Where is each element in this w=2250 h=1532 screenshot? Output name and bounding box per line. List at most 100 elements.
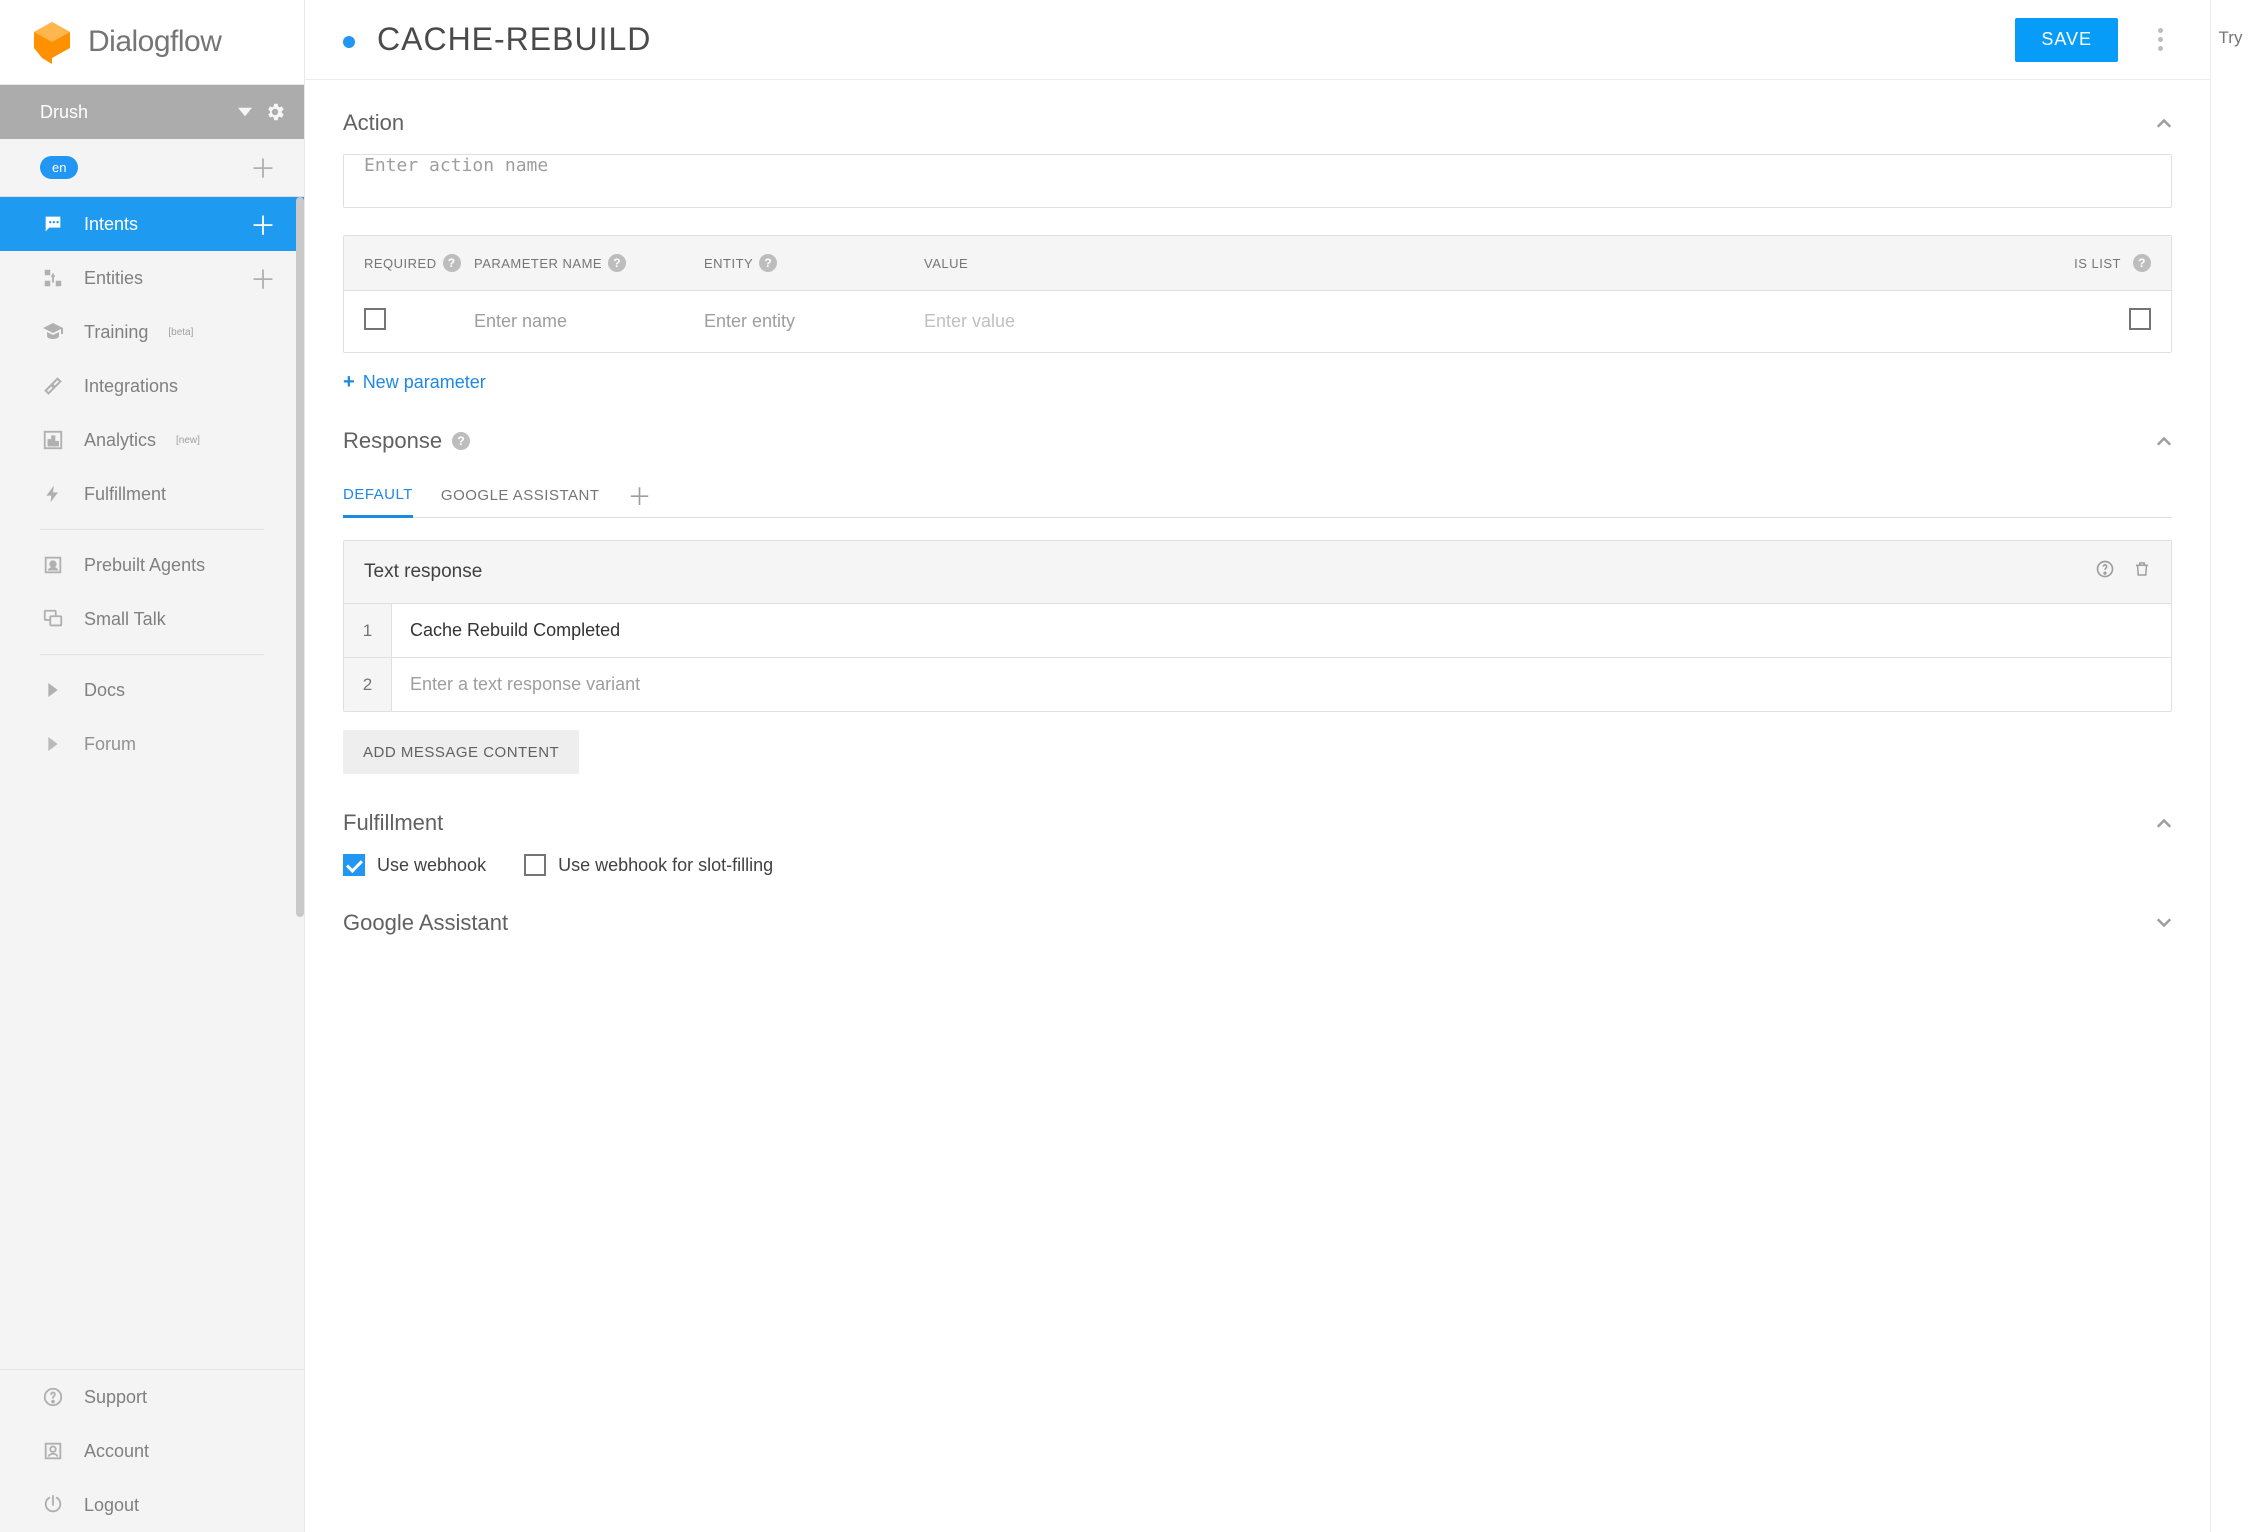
help-icon[interactable]: ? — [608, 254, 626, 272]
tab-google-assistant[interactable]: GOOGLE ASSISTANT — [441, 473, 600, 516]
sidebar-item-logout[interactable]: Logout — [0, 1478, 304, 1532]
sidebar-item-training[interactable]: Training [beta] — [0, 305, 304, 359]
chevron-up-icon — [2156, 436, 2172, 446]
sidebar-item-prebuilt[interactable]: Prebuilt Agents — [0, 538, 304, 592]
add-language-icon[interactable]: ＋ — [250, 149, 276, 186]
use-webhook-option[interactable]: Use webhook — [343, 854, 486, 876]
use-webhook-slot-checkbox[interactable] — [524, 854, 546, 876]
dialogflow-logo-icon — [30, 20, 74, 64]
content: Action REQUIRED? PARAMETER NAME? ENTITY?… — [305, 80, 2210, 1532]
col-required: REQUIRED — [364, 256, 437, 271]
agent-selector[interactable]: Drush — [0, 85, 304, 139]
sidebar-item-support[interactable]: Support — [0, 1370, 304, 1424]
smalltalk-icon — [40, 606, 66, 632]
fulfillment-section-header[interactable]: Fulfillment — [343, 810, 2172, 836]
text-response-row: 1 — [344, 603, 2171, 657]
sidebar-item-account[interactable]: Account — [0, 1424, 304, 1478]
help-icon[interactable]: ? — [443, 254, 461, 272]
sidebar-item-smalltalk[interactable]: Small Talk — [0, 592, 304, 646]
text-response-header: Text response — [344, 541, 2171, 603]
main: CACHE-REBUILD SAVE Action REQUIRED? PARA… — [305, 0, 2210, 1532]
new-parameter-button[interactable]: + New parameter — [343, 371, 2172, 394]
support-icon — [40, 1384, 66, 1410]
google-assistant-section-header[interactable]: Google Assistant — [343, 910, 2172, 936]
action-section-header[interactable]: Action — [343, 110, 2172, 136]
gear-icon[interactable] — [264, 101, 286, 123]
sidebar-bottom: Support Account Logout — [0, 1369, 304, 1532]
use-webhook-label: Use webhook — [377, 855, 486, 876]
param-name-input[interactable] — [474, 307, 704, 336]
use-webhook-slot-label: Use webhook for slot-filling — [558, 855, 773, 876]
parameter-table: REQUIRED? PARAMETER NAME? ENTITY? VALUE … — [343, 235, 2172, 353]
parameter-row — [344, 290, 2171, 352]
add-intent-icon[interactable]: ＋ — [250, 206, 276, 243]
section-title: Response — [343, 428, 442, 454]
trash-icon[interactable] — [2133, 559, 2151, 585]
required-checkbox[interactable] — [364, 308, 386, 330]
text-response-input[interactable] — [410, 670, 2153, 699]
intent-title[interactable]: CACHE-REBUILD — [377, 21, 651, 58]
agent-name: Drush — [40, 102, 226, 123]
sidebar-item-entities[interactable]: Entities ＋ — [0, 251, 304, 305]
param-entity-input[interactable] — [704, 307, 924, 336]
sidebar-item-label: Analytics — [84, 430, 156, 451]
separator — [40, 654, 264, 655]
action-name-input[interactable] — [343, 154, 2172, 208]
language-pill[interactable]: en — [40, 156, 78, 179]
sidebar-item-integrations[interactable]: Integrations — [0, 359, 304, 413]
chevron-right-icon — [40, 731, 66, 757]
sidebar-item-label: Small Talk — [84, 609, 166, 630]
badge-new: [new] — [176, 435, 200, 446]
fulfillment-icon — [40, 481, 66, 507]
col-paramname: PARAMETER NAME — [474, 256, 602, 271]
language-row: en ＋ — [0, 139, 304, 197]
caret-down-icon — [238, 105, 252, 119]
help-icon[interactable]: ? — [759, 254, 777, 272]
text-response-row: 2 — [344, 657, 2171, 711]
use-webhook-checkbox[interactable] — [343, 854, 365, 876]
brand-text: Dialogflow — [88, 25, 221, 59]
badge-beta: [beta] — [168, 327, 193, 338]
intents-icon — [40, 211, 66, 237]
sidebar-item-label: Docs — [84, 680, 125, 701]
use-webhook-slot-option[interactable]: Use webhook for slot-filling — [524, 854, 773, 876]
response-section-header[interactable]: Response ? — [343, 428, 2172, 454]
help-icon[interactable] — [2095, 559, 2115, 585]
more-menu-icon[interactable] — [2140, 28, 2180, 51]
text-response-input[interactable] — [410, 616, 2153, 645]
sidebar-item-label: Prebuilt Agents — [84, 555, 205, 576]
new-parameter-label: New parameter — [363, 372, 486, 393]
sidebar-item-label: Intents — [84, 214, 138, 235]
row-number: 2 — [344, 658, 392, 711]
plus-icon: + — [343, 371, 355, 394]
help-icon[interactable]: ? — [452, 432, 470, 450]
sidebar-item-label: Support — [84, 1387, 147, 1408]
sidebar-item-forum[interactable]: Forum — [0, 717, 304, 771]
section-title: Google Assistant — [343, 910, 508, 936]
try-panel[interactable]: Try — [2210, 0, 2250, 1532]
help-icon[interactable]: ? — [2133, 254, 2151, 272]
save-button[interactable]: SAVE — [2015, 18, 2118, 62]
try-label: Try — [2219, 28, 2243, 48]
add-message-content-button[interactable]: ADD MESSAGE CONTENT — [343, 730, 579, 774]
add-entity-icon[interactable]: ＋ — [250, 260, 276, 297]
sidebar-item-docs[interactable]: Docs — [0, 663, 304, 717]
sidebar-item-analytics[interactable]: Analytics [new] — [0, 413, 304, 467]
sidebar-item-intents[interactable]: Intents ＋ — [0, 197, 304, 251]
brand-row: Dialogflow — [0, 0, 304, 85]
sidebar-item-fulfillment[interactable]: Fulfillment — [0, 467, 304, 521]
param-value-input[interactable] — [924, 307, 1134, 336]
training-icon — [40, 319, 66, 345]
chevron-up-icon — [2156, 818, 2172, 828]
sidebar-item-label: Training — [84, 322, 148, 343]
parameter-table-header: REQUIRED? PARAMETER NAME? ENTITY? VALUE … — [344, 236, 2171, 290]
tab-default[interactable]: DEFAULT — [343, 472, 413, 518]
header: CACHE-REBUILD SAVE — [305, 0, 2210, 80]
logout-icon — [40, 1492, 66, 1518]
scrollbar-thumb[interactable] — [296, 197, 304, 917]
sidebar-item-label: Logout — [84, 1495, 139, 1516]
islist-checkbox[interactable] — [2129, 308, 2151, 330]
col-value: VALUE — [924, 256, 968, 271]
nav: Intents ＋ Entities ＋ Training [beta] Int… — [0, 197, 304, 1369]
add-response-tab-icon[interactable]: ＋ — [628, 477, 652, 512]
